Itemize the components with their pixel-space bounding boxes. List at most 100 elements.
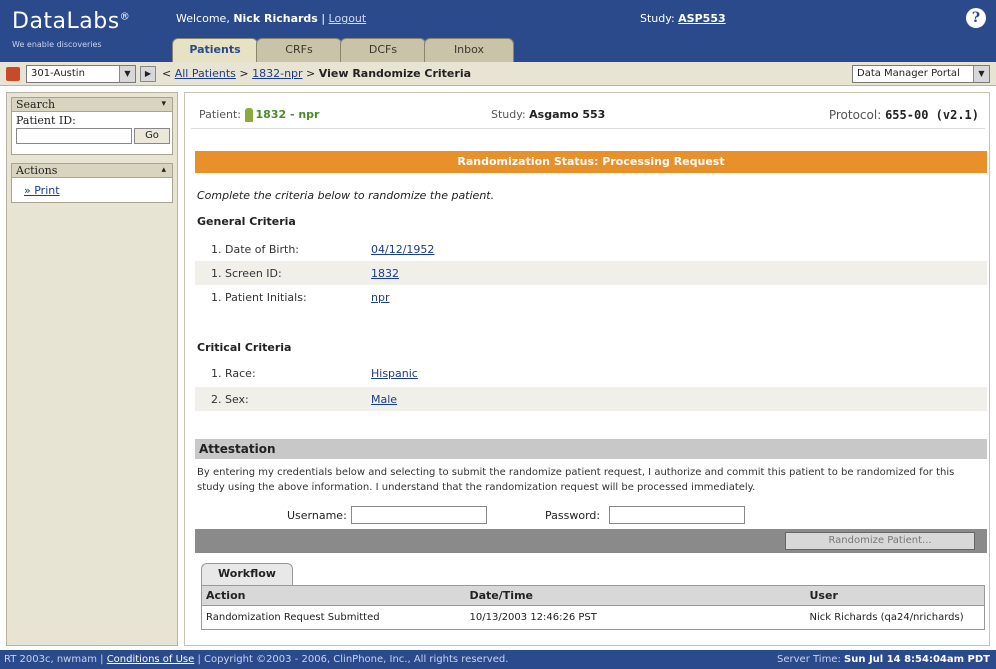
breadcrumb-patient[interactable]: 1832-npr (252, 67, 302, 80)
protocol-label: Protocol: (828, 108, 882, 122)
criteria-row: 1. Screen ID: 1832 (195, 261, 987, 285)
search-panel-header[interactable]: Search ▾ (12, 98, 172, 112)
chevron-up-icon: ▴ (161, 165, 166, 175)
server-time-label: Server Time: (777, 654, 841, 665)
actions-panel-title: Actions (16, 164, 58, 177)
logo[interactable]: DataLabs® (12, 9, 130, 34)
logo-area: DataLabs® We enable discoveries (0, 0, 166, 49)
column-header-user: User (805, 585, 985, 606)
table-cell-datetime: 10/13/2003 12:46:26 PST (469, 612, 597, 623)
table-cell-user: Nick Richards (qa24/nrichards) (809, 612, 964, 623)
criteria-value-link[interactable]: Hispanic (371, 367, 418, 380)
criteria-value-link[interactable]: Male (371, 393, 397, 406)
site-go-button[interactable]: ▶ (140, 66, 156, 82)
criteria-value-link[interactable]: 1832 (371, 267, 399, 280)
criteria-row: 1. Patient Initials: npr (195, 285, 987, 309)
criteria-label: 2. Sex: (211, 393, 249, 406)
status-banner: Randomization Status: Processing Request (195, 151, 987, 173)
tab-patients[interactable]: Patients (172, 38, 258, 62)
breadcrumb-current: View Randomize Criteria (318, 67, 472, 80)
table-row: Randomization Request Submitted 10/13/20… (202, 606, 985, 630)
patient-label: Patient: (199, 108, 242, 121)
server-time: Server Time: Sun Jul 14 8:54:04am PDT (777, 650, 990, 669)
patient-link[interactable]: 1832 - npr (256, 108, 320, 121)
site-select[interactable]: 301-Austin ▼ (26, 65, 136, 83)
patient-id-label: Patient ID: (16, 114, 76, 127)
print-link-label: Print (34, 184, 60, 197)
tab-workflow[interactable]: Workflow (201, 563, 293, 585)
submit-bar: Randomize Patient... (195, 529, 987, 553)
criteria-label: 1. Date of Birth: (211, 243, 299, 256)
sidebar: Search ▾ Patient ID: Go Actions ▴ » Prin… (6, 92, 178, 646)
main-content: Patient: 1832 - npr Study: Asgamo 553 Pr… (184, 92, 990, 646)
logout-link[interactable]: Logout (329, 12, 367, 25)
credentials-row: Username: Password: (195, 501, 987, 529)
study-label: Study: (640, 12, 675, 25)
tab-inbox[interactable]: Inbox (424, 38, 514, 62)
tab-dcfs[interactable]: DCFs (340, 38, 426, 62)
tagline: We enable discoveries (12, 40, 102, 49)
critical-criteria-title: Critical Criteria (197, 341, 292, 354)
patient-info: Patient: 1832 - npr (199, 108, 320, 122)
table-cell-action: Randomization Request Submitted (206, 612, 380, 623)
chevron-down-icon: ▼ (119, 66, 135, 82)
portal-select[interactable]: Data Manager Portal ▼ (852, 65, 990, 83)
actions-panel: Actions ▴ » Print (11, 163, 173, 203)
footer: RT 2003c, nwmam | Conditions of Use | Co… (0, 650, 996, 669)
criteria-label: 1. Screen ID: (211, 267, 282, 280)
general-criteria-title: General Criteria (197, 215, 296, 228)
user-name: Nick Richards (233, 12, 318, 25)
patient-id-input[interactable] (16, 128, 132, 144)
protocol-value: 655-00 (v2.1) (885, 108, 979, 122)
study-info-value: Asgamo 553 (529, 108, 606, 121)
search-panel: Search ▾ Patient ID: Go (11, 97, 173, 155)
patient-info-bar: Patient: 1832 - npr Study: Asgamo 553 Pr… (191, 99, 985, 129)
welcome-prefix: Welcome, (176, 12, 230, 25)
table-header-row: Action Date/Time User (201, 585, 985, 606)
breadcrumb-all-patients[interactable]: All Patients (175, 67, 236, 80)
column-header-datetime: Date/Time (465, 585, 806, 606)
conditions-of-use-link[interactable]: Conditions of Use (107, 654, 195, 665)
search-panel-title: Search (16, 98, 56, 111)
attestation-text: By entering my credentials below and sel… (197, 467, 955, 493)
app-header: DataLabs® We enable discoveries Welcome,… (0, 0, 996, 62)
protocol-info: Protocol: 655-00 (v2.1) (829, 108, 979, 122)
password-input[interactable] (609, 506, 745, 524)
study-info-label: Study: (491, 108, 526, 121)
column-header-action: Action (201, 585, 466, 606)
welcome-text: Welcome, Nick Richards | Logout (176, 12, 367, 25)
server-time-value: Sun Jul 14 8:54:04am PDT (844, 654, 990, 665)
footer-version: RT 2003c, nwmam | (4, 654, 104, 665)
tab-crfs[interactable]: CRFs (256, 38, 342, 62)
randomize-patient-button[interactable]: Randomize Patient... (785, 532, 975, 550)
workflow-table: Action Date/Time User Randomization Requ… (201, 585, 985, 630)
actions-panel-header[interactable]: Actions ▴ (12, 164, 172, 178)
password-label: Password: (545, 509, 601, 522)
attestation-header: Attestation (195, 439, 987, 459)
study-link[interactable]: ASP553 (678, 12, 725, 25)
criteria-label: 1. Race: (211, 367, 256, 380)
criteria-value-link[interactable]: 04/12/1952 (371, 243, 434, 256)
criteria-row: 1. Date of Birth: 04/12/1952 (195, 237, 987, 261)
criteria-value-link[interactable]: npr (371, 291, 389, 304)
criteria-row: 2. Sex: Male (195, 387, 987, 411)
site-icon (6, 67, 20, 81)
username-input[interactable] (351, 506, 487, 524)
logo-text: DataLabs (12, 9, 120, 34)
breadcrumb: < All Patients > 1832-npr > View Randomi… (162, 67, 472, 80)
chevron-down-icon: ▾ (161, 99, 166, 109)
go-button[interactable]: Go (134, 128, 170, 144)
logo-mark: ® (119, 11, 131, 23)
help-icon[interactable]: ? (966, 8, 986, 28)
footer-copyright: | Copyright ©2003 - 2006, ClinPhone, Inc… (197, 654, 509, 665)
username-label: Username: (287, 509, 347, 522)
print-link[interactable]: » Print (12, 178, 172, 203)
site-select-value: 301-Austin (31, 68, 85, 79)
portal-select-value: Data Manager Portal (857, 68, 960, 79)
study-indicator: Study: ASP553 (640, 12, 726, 25)
chevron-down-icon: ▼ (973, 66, 989, 82)
person-icon (244, 108, 253, 122)
study-info: Study: Asgamo 553 (491, 108, 605, 121)
criteria-row: 1. Race: Hispanic (195, 361, 987, 385)
criteria-label: 1. Patient Initials: (211, 291, 307, 304)
